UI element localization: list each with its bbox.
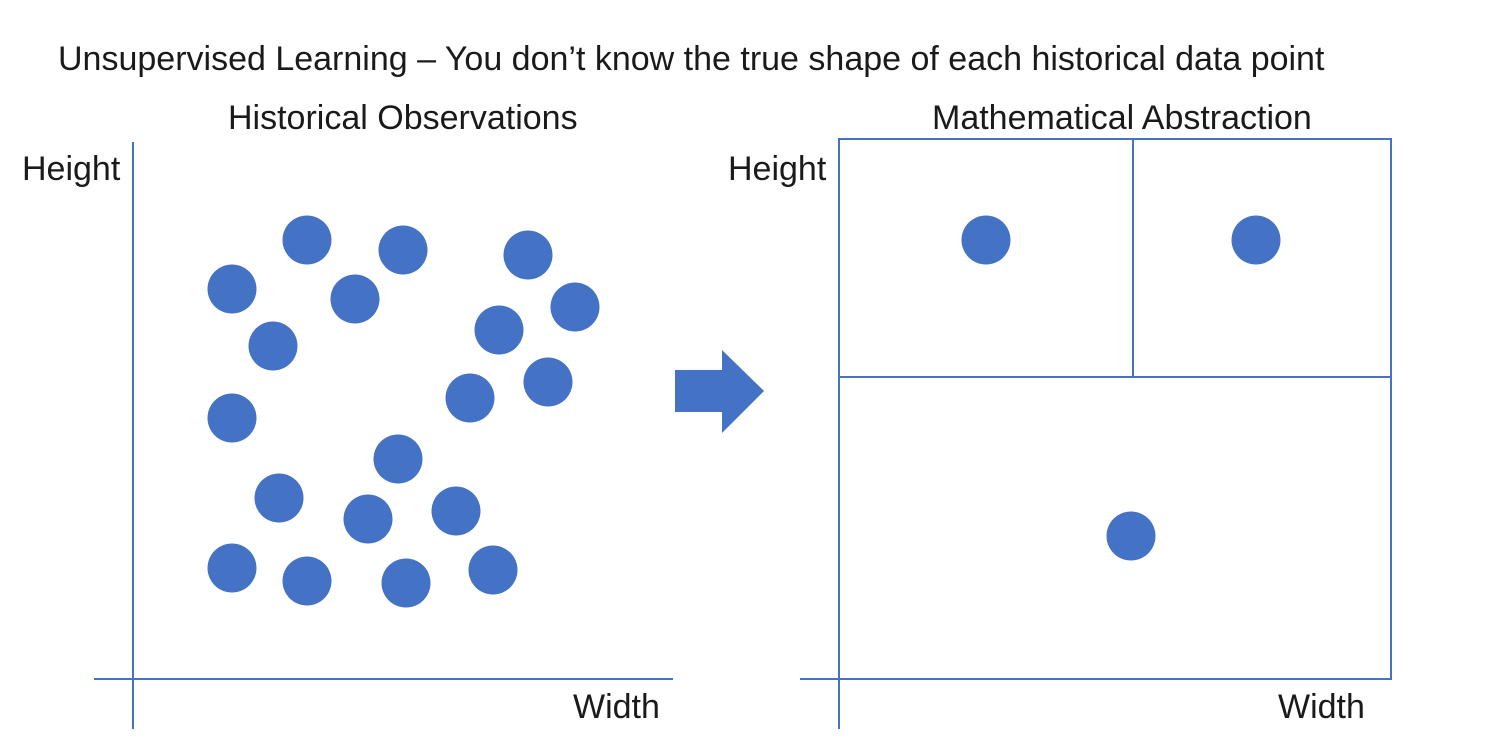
historical-points (207, 215, 600, 608)
data-point (282, 215, 332, 265)
data-point (254, 473, 304, 523)
data-point (282, 556, 332, 606)
data-point (550, 282, 600, 332)
data-point (207, 264, 257, 314)
data-point (474, 305, 524, 355)
cluster-point (1231, 215, 1281, 265)
abstraction-points (961, 215, 1281, 561)
diagram-canvas (94, 138, 1392, 729)
data-point (381, 558, 431, 608)
data-point (207, 543, 257, 593)
abstraction-outer-box (838, 138, 1392, 680)
data-point (431, 486, 481, 536)
data-point (503, 230, 553, 280)
cluster-point (961, 215, 1011, 265)
data-point (523, 357, 573, 407)
right-arrow-icon (675, 350, 764, 433)
data-point (343, 494, 393, 544)
data-point (445, 373, 495, 423)
left-panel (94, 142, 673, 729)
cluster-point (1106, 511, 1156, 561)
data-point (468, 545, 518, 595)
data-point (378, 225, 428, 275)
data-point (248, 321, 298, 371)
data-point (330, 274, 380, 324)
data-point (373, 434, 423, 484)
data-point (207, 393, 257, 443)
right-panel (800, 138, 1392, 729)
